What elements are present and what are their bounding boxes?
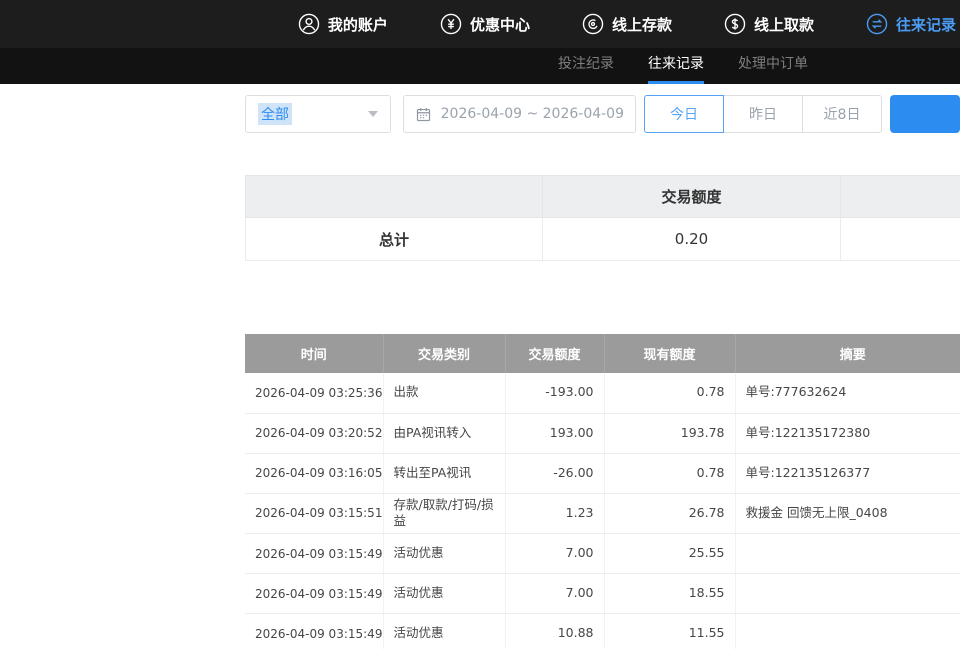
transfer-records-icon xyxy=(866,13,888,35)
withdraw-coin-icon xyxy=(724,13,746,35)
table-row: 2026-04-09 03:20:52 由PA视讯转入 193.00 193.7… xyxy=(245,413,960,453)
cell-amount: -193.00 xyxy=(505,373,604,413)
records-table: 时间 交易类别 交易额度 现有额度 摘要 2026-04-09 03:25:36… xyxy=(245,334,960,649)
deposit-coin-icon xyxy=(582,13,604,35)
table-row: 2026-04-09 03:16:05 转出至PA视讯 -26.00 0.78 … xyxy=(245,453,960,493)
nav-promo-center[interactable]: 优惠中心 xyxy=(414,13,556,35)
main-content: 全部 2026-04-09 ~ 2026-04-09 今日 昨日 近8日 交易额… xyxy=(0,95,960,649)
calendar-icon xyxy=(415,106,432,123)
cell-time: 2026-04-09 03:16:05 xyxy=(245,453,383,493)
cell-balance: 0.78 xyxy=(604,373,735,413)
cell-balance: 18.55 xyxy=(604,574,735,614)
table-row: 2026-04-09 03:15:49 活动优惠 7.00 18.55 xyxy=(245,574,960,614)
nav-online-deposit[interactable]: 线上存款 xyxy=(556,13,698,35)
cell-amount: 7.00 xyxy=(505,574,604,614)
cell-time: 2026-04-09 03:15:49 xyxy=(245,534,383,574)
cell-type: 出款 xyxy=(383,373,505,413)
cell-summary xyxy=(735,574,960,614)
cell-type: 活动优惠 xyxy=(383,614,505,649)
cell-summary: 单号:122135126377 xyxy=(735,453,960,493)
cell-summary xyxy=(735,614,960,649)
col-header-balance: 现有额度 xyxy=(604,334,735,373)
cell-time: 2026-04-09 03:15:49 xyxy=(245,614,383,649)
table-row: 2026-04-09 03:25:36 出款 -193.00 0.78 单号:7… xyxy=(245,373,960,413)
cell-amount: 10.88 xyxy=(505,614,604,649)
cell-time: 2026-04-09 03:20:52 xyxy=(245,413,383,453)
records-table-head: 时间 交易类别 交易额度 现有额度 摘要 xyxy=(245,334,960,373)
cell-balance: 193.78 xyxy=(604,413,735,453)
user-icon xyxy=(298,13,320,35)
cell-type: 活动优惠 xyxy=(383,574,505,614)
col-header-amount: 交易额度 xyxy=(505,334,604,373)
type-dropdown-value: 全部 xyxy=(258,103,292,125)
filter-bar: 全部 2026-04-09 ~ 2026-04-09 今日 昨日 近8日 xyxy=(245,95,960,133)
nav-label: 往来记录 xyxy=(896,14,956,35)
last-8-days-button[interactable]: 近8日 xyxy=(802,95,882,133)
cell-time: 2026-04-09 03:25:36 xyxy=(245,373,383,413)
cell-amount: -26.00 xyxy=(505,453,604,493)
summary-header-empty xyxy=(841,176,960,218)
cell-amount: 7.00 xyxy=(505,534,604,574)
cell-summary xyxy=(735,534,960,574)
cell-type: 由PA视讯转入 xyxy=(383,413,505,453)
nav-label: 线上取款 xyxy=(754,14,814,35)
cell-amount: 1.23 xyxy=(505,493,604,534)
search-button[interactable] xyxy=(890,95,960,133)
type-dropdown[interactable]: 全部 xyxy=(245,95,391,133)
date-range-picker[interactable]: 2026-04-09 ~ 2026-04-09 xyxy=(403,95,636,133)
table-row: 2026-04-09 03:15:49 活动优惠 7.00 25.55 xyxy=(245,534,960,574)
nav-label: 我的账户 xyxy=(328,14,388,35)
summary-header-empty xyxy=(246,176,543,218)
cell-type: 转出至PA视讯 xyxy=(383,453,505,493)
table-row: 2026-04-09 03:15:49 活动优惠 10.88 11.55 xyxy=(245,614,960,649)
nav-label: 线上存款 xyxy=(612,14,672,35)
cell-balance: 0.78 xyxy=(604,453,735,493)
cell-type: 活动优惠 xyxy=(383,534,505,574)
table-row: 2026-04-09 03:15:51 存款/取款/打码/损益 1.23 26.… xyxy=(245,493,960,534)
summary-table: 交易额度 总计 0.20 xyxy=(245,175,960,261)
cell-balance: 26.78 xyxy=(604,493,735,534)
summary-header-row: 交易额度 xyxy=(246,176,960,218)
cell-time: 2026-04-09 03:15:49 xyxy=(245,574,383,614)
quick-range-group: 今日 昨日 近8日 xyxy=(644,95,882,133)
cell-time: 2026-04-09 03:15:51 xyxy=(245,493,383,534)
top-navigation: 我的账户 优惠中心 线上存款 线上取款 xyxy=(0,0,960,48)
yesterday-button[interactable]: 昨日 xyxy=(723,95,803,133)
nav-my-account[interactable]: 我的账户 xyxy=(272,13,414,35)
summary-total-value: 0.20 xyxy=(543,218,841,261)
tab-betting-records[interactable]: 投注纪录 xyxy=(558,48,614,84)
cell-amount: 193.00 xyxy=(505,413,604,453)
promo-coin-icon xyxy=(440,13,462,35)
summary-header-amount: 交易额度 xyxy=(543,176,841,218)
records-table-body: 2026-04-09 03:25:36 出款 -193.00 0.78 单号:7… xyxy=(245,373,960,649)
tab-processing-orders[interactable]: 处理中订单 xyxy=(738,48,808,84)
cell-balance: 11.55 xyxy=(604,614,735,649)
summary-total-empty xyxy=(841,218,960,261)
chevron-down-icon xyxy=(368,111,378,117)
summary-total-row: 总计 0.20 xyxy=(246,218,960,261)
summary-total-label: 总计 xyxy=(246,218,543,261)
col-header-time: 时间 xyxy=(245,334,383,373)
cell-type: 存款/取款/打码/损益 xyxy=(383,493,505,534)
col-header-summary: 摘要 xyxy=(735,334,960,373)
sub-tabbar: 投注纪录 往来记录 处理中订单 xyxy=(0,48,960,84)
cell-summary: 救援金 回馈无上限_0408 xyxy=(735,493,960,534)
cell-summary: 单号:777632624 xyxy=(735,373,960,413)
cell-summary: 单号:122135172380 xyxy=(735,413,960,453)
nav-transaction-records[interactable]: 往来记录 xyxy=(840,13,960,35)
nav-online-withdraw[interactable]: 线上取款 xyxy=(698,13,840,35)
today-button[interactable]: 今日 xyxy=(644,95,724,133)
nav-label: 优惠中心 xyxy=(470,14,530,35)
tab-transaction-records[interactable]: 往来记录 xyxy=(648,48,704,84)
cell-balance: 25.55 xyxy=(604,534,735,574)
col-header-type: 交易类别 xyxy=(383,334,505,373)
date-range-value: 2026-04-09 ~ 2026-04-09 xyxy=(441,106,624,122)
